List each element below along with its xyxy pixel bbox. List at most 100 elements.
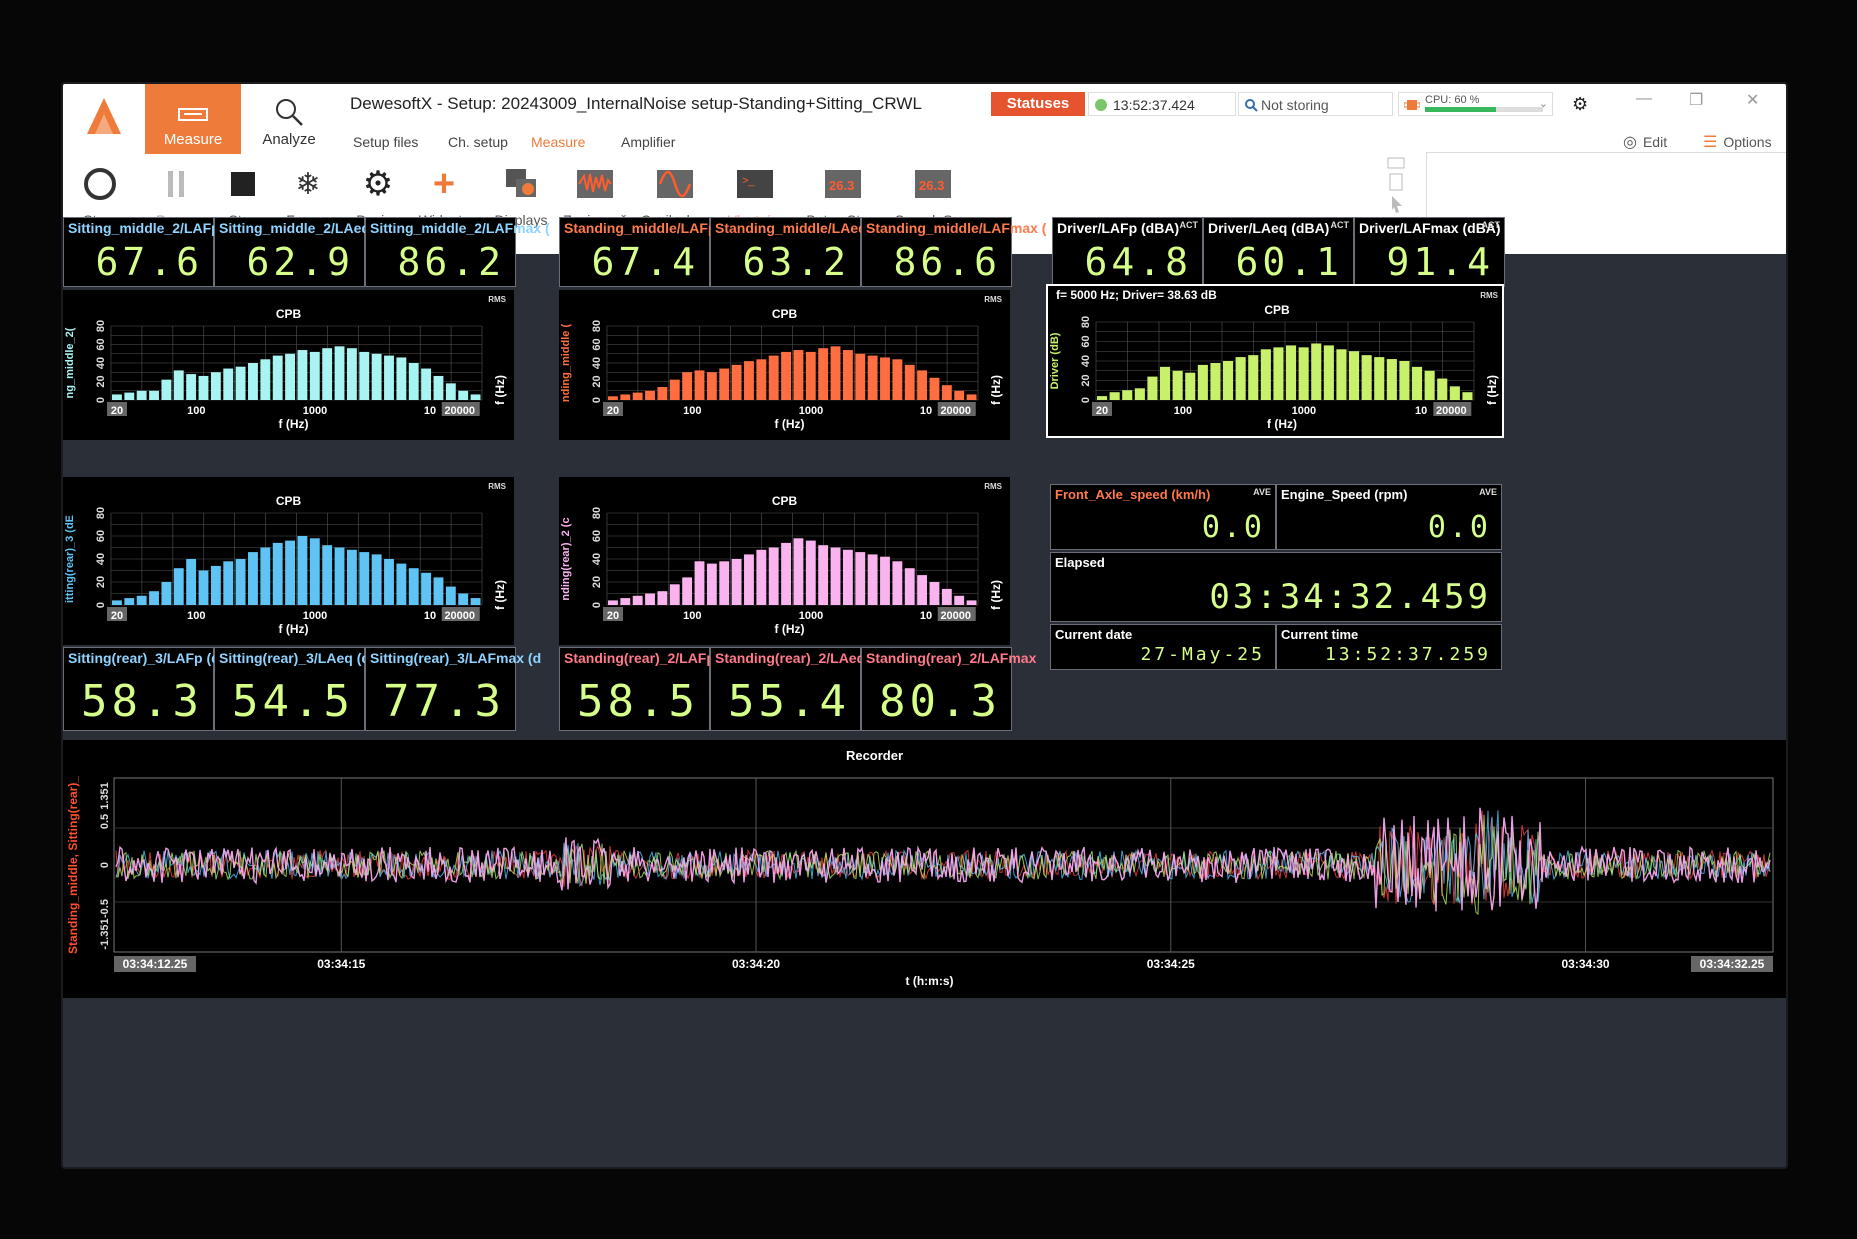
digital-meter[interactable]: Sitting(rear)_3/LAeq (dBA 54.5 [214, 647, 390, 731]
snowflake-icon: ❄ [295, 167, 321, 201]
cpb-title: CPB [772, 307, 798, 321]
cpu-usage-bar [1425, 107, 1543, 112]
svg-text:26.3: 26.3 [829, 178, 854, 193]
cpb-bar [645, 390, 655, 400]
digital-meter[interactable]: Standing_middle/LAFmax (86.6 [861, 217, 1046, 287]
digital-meter[interactable]: Standing_middle/LAFp (dB 67.4 [559, 217, 744, 287]
meter-value: 86.6 [893, 240, 1001, 284]
cpb-chart[interactable]: CPB RMS 0 20 40 60 80 20 100 1000 10 20000 f (Hz) f (… [559, 290, 1010, 440]
digital-meter[interactable]: Driver/LAFmax (dBA) ACT 91.4 [1354, 217, 1505, 287]
y-tick-label: 0 [95, 602, 107, 608]
cpb-bar [260, 547, 271, 605]
cpb-bar [966, 394, 977, 400]
cpb-bar [1399, 361, 1410, 400]
cpb-bar [346, 549, 357, 605]
menu-ch-setup[interactable]: Ch. setup [448, 134, 508, 150]
digital-meter[interactable]: Standing(rear)_2/LAFp (dB 58.5 [559, 647, 742, 731]
pause-icon [156, 164, 196, 204]
info-panel[interactable]: Engine_Speed (rpm) AVE 0.0 [1276, 484, 1502, 550]
cpb-bar [941, 385, 952, 400]
cpb-bar [1437, 378, 1448, 400]
settings-gear-icon[interactable]: ⚙ [1572, 94, 1588, 115]
y-axis-label: Driver (dB) [1049, 332, 1061, 389]
digital-meter[interactable]: Driver/LAeq (dBA) ACT 60.1 [1203, 217, 1354, 287]
side-tool-grid-icon[interactable] [1387, 157, 1405, 169]
digital-meter[interactable]: Sitting_middle_2/LAFmax (86.2 [365, 217, 550, 287]
cpb-rms-tag: RMS [488, 295, 506, 304]
y-axis-label: itting(rear)_3 (dE [64, 515, 76, 603]
x-axis-label: f (Hz) [279, 417, 309, 431]
clock-text: 13:52:37.424 [1113, 97, 1195, 113]
cpb-chart[interactable]: CPB RMS 0 20 40 60 80 20 100 1000 10 20000 f (Hz) f (… [559, 477, 1010, 645]
side-tool-cursor-icon[interactable] [1392, 196, 1402, 213]
measure-mode-button[interactable]: Measure [145, 84, 241, 154]
y-tick-label: 60 [591, 530, 603, 542]
cpb-chart[interactable]: CPB RMS f= 5000 Hz; Driver= 38.63 dB 0 20 40 6… [1046, 284, 1504, 438]
y-tick-label: -1.351 [99, 918, 111, 949]
analyze-mode-button[interactable]: Analyze [241, 84, 337, 154]
digital-meter[interactable]: Sitting_middle_2/LAeq (dB 62.9 [214, 217, 397, 287]
digital-meter[interactable]: Sitting(rear)_3/LAFp (dBA 58.3 [63, 647, 240, 731]
info-panel[interactable]: Elapsed 03:34:32.459 [1050, 552, 1502, 622]
x-tick-label: 10 [1415, 405, 1427, 417]
cpb-bar [173, 370, 184, 400]
cpb-title: CPB [1264, 303, 1290, 317]
cpb-bar [608, 600, 618, 605]
cpb-bar [396, 357, 407, 400]
window-title: DewesoftX - Setup: 20243009_InternalNois… [350, 94, 922, 113]
storing-text: Not storing [1261, 97, 1329, 113]
options-label: Options [1723, 134, 1772, 150]
close-icon[interactable]: ✕ [1746, 90, 1759, 110]
digital-meter[interactable]: Standing(rear)_2/LAeq (dB 55.4 [710, 647, 892, 731]
cpb-chart[interactable]: CPB RMS 0 20 40 60 80 20 100 1000 10 20000 f (Hz) f (… [63, 290, 514, 440]
recorder-chart[interactable]: Recorder 03:34:12.25 03:34:15 03:34:20 03:34… [63, 740, 1786, 998]
cpu-dropdown-icon[interactable]: ⌄ [1539, 97, 1548, 110]
cpb-bar [805, 540, 816, 605]
meter-title: Sitting(rear)_3/LAFmax (d [370, 650, 542, 666]
menu-setup-files[interactable]: Setup files [353, 134, 418, 150]
info-panel[interactable]: Current date 27-May-25 [1050, 624, 1276, 670]
options-button[interactable]: ☰ Options [1703, 132, 1772, 152]
cpb-bar [1273, 347, 1284, 400]
digital-meter[interactable]: Standing(rear)_2/LAFmax 80.3 [861, 647, 1036, 731]
cpb-bar [954, 595, 965, 605]
menu-amplifier[interactable]: Amplifier [621, 134, 675, 150]
cpb-bar [904, 364, 915, 400]
restore-icon[interactable]: ❐ [1689, 90, 1703, 110]
cpb-bar [1134, 388, 1145, 400]
y-tick-label: 60 [95, 530, 107, 542]
cpb-bar [445, 383, 456, 400]
cpb-bar [223, 368, 234, 400]
minimize-icon[interactable]: — [1636, 90, 1652, 108]
menu-measure[interactable]: Measure [531, 134, 585, 150]
cpb-rms-tag: RMS [984, 295, 1002, 304]
side-tool-doc-icon[interactable] [1389, 173, 1403, 191]
cpb-chart[interactable]: CPB RMS 0 20 40 60 80 20 100 1000 10 20000 f (Hz) f (… [63, 477, 514, 645]
statuses-button[interactable]: Statuses [991, 92, 1085, 116]
cpb-chart-svg: CPB RMS 0 20 40 60 80 20 100 1000 10 20000 f (Hz) f (… [64, 295, 507, 431]
digital-meter[interactable]: Driver/LAFp (dBA) ACT 64.8 [1052, 217, 1203, 287]
y-tick-label: 80 [1080, 316, 1092, 328]
cpb-bar [620, 598, 631, 605]
cpb-bar [421, 572, 432, 605]
cpb-bar [445, 586, 456, 605]
cpb-bar [248, 363, 258, 400]
cpb-bar [941, 588, 952, 605]
cpb-chart-svg: CPB RMS 0 20 40 60 80 20 100 1000 10 20000 f (Hz) f (… [560, 482, 1003, 636]
x-tick-label: 03:34:32.25 [1700, 957, 1765, 971]
edit-label: Edit [1642, 134, 1668, 150]
x-axis-label: f (Hz) [775, 622, 805, 636]
digital-meter[interactable]: Sitting_middle_2/LAFp (dB 67.6 [63, 217, 247, 287]
info-value: 03:34:32.459 [1209, 577, 1491, 617]
meter-value: 67.4 [591, 240, 699, 284]
dewesoft-logo [63, 84, 145, 154]
edit-button[interactable]: ◎ Edit [1623, 132, 1667, 152]
info-panel[interactable]: Current time 13:52:37.259 [1276, 624, 1502, 670]
plus-icon: + [432, 162, 456, 205]
svg-text:>_: >_ [742, 175, 755, 187]
digital-meter[interactable]: Standing_middle/LAeq (dB 63.2 [710, 217, 894, 287]
info-panel[interactable]: Front_Axle_speed (km/h) AVE 0.0 [1050, 484, 1276, 550]
digital-meter[interactable]: Sitting(rear)_3/LAFmax (d 77.3 [365, 647, 541, 731]
x-tick-label: 1000 [799, 405, 823, 417]
cpu-usage-fill [1425, 107, 1496, 112]
